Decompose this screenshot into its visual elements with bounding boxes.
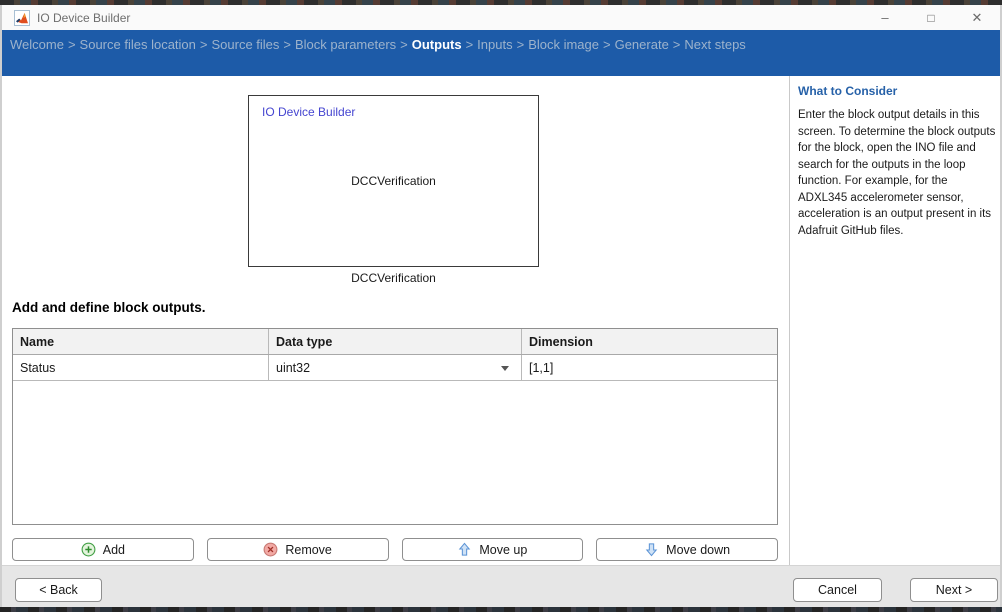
- back-button[interactable]: < Back: [15, 578, 102, 602]
- remove-button-label: Remove: [285, 543, 332, 557]
- move-down-button-label: Move down: [666, 543, 730, 557]
- next-button[interactable]: Next >: [910, 578, 998, 602]
- output-name-cell[interactable]: Status: [13, 355, 269, 380]
- column-header-data-type: Data type: [269, 329, 522, 354]
- what-to-consider-panel: What to Consider Enter the block output …: [798, 84, 996, 239]
- step-welcome: Welcome: [10, 37, 64, 52]
- output-data-type-dropdown[interactable]: uint32: [269, 355, 522, 380]
- column-header-dimension: Dimension: [522, 329, 777, 354]
- instruction-text: Add and define block outputs.: [12, 300, 206, 315]
- move-up-button[interactable]: Move up: [402, 538, 584, 561]
- minimize-button[interactable]: –: [862, 5, 908, 30]
- window-title: IO Device Builder: [37, 11, 130, 25]
- table-header-row: Name Data type Dimension: [13, 329, 777, 355]
- step-source-files: Source files: [211, 37, 279, 52]
- breadcrumb-separator: >: [64, 37, 80, 52]
- background-window-sliver-bottom: [0, 607, 1002, 612]
- table-empty-area: [13, 381, 777, 524]
- cancel-button[interactable]: Cancel: [793, 578, 882, 602]
- breadcrumb-separator: >: [196, 37, 212, 52]
- breadcrumb-separator: >: [462, 37, 478, 52]
- step-block-parameters: Block parameters: [295, 37, 396, 52]
- move-down-button[interactable]: Move down: [596, 538, 778, 561]
- breadcrumb-separator: >: [513, 37, 529, 52]
- move-up-icon: [457, 542, 472, 557]
- block-preview-name: DCCVerification: [249, 96, 538, 266]
- step-generate: Generate: [615, 37, 669, 52]
- add-button-label: Add: [103, 543, 125, 557]
- block-preview: IO Device Builder DCCVerification: [248, 95, 539, 267]
- move-up-button-label: Move up: [479, 543, 527, 557]
- window-controls: – □ ✕: [862, 5, 1000, 30]
- table-toolbar: Add Remove Move up: [12, 538, 778, 561]
- outputs-table: Name Data type Dimension Status uint32 […: [12, 328, 778, 525]
- block-preview-caption: DCCVerification: [248, 271, 539, 285]
- panel-divider: [789, 76, 790, 565]
- step-outputs-current: Outputs: [412, 37, 462, 52]
- matlab-icon: [14, 10, 30, 26]
- add-icon: [81, 542, 96, 557]
- step-block-image: Block image: [528, 37, 599, 52]
- close-button[interactable]: ✕: [954, 5, 1000, 30]
- title-bar: IO Device Builder – □ ✕: [2, 5, 1000, 30]
- breadcrumb-separator: >: [279, 37, 295, 52]
- output-dimension-cell[interactable]: [1,1]: [522, 355, 777, 380]
- remove-icon: [263, 542, 278, 557]
- move-down-icon: [644, 542, 659, 557]
- breadcrumb-separator: >: [599, 37, 615, 52]
- remove-button[interactable]: Remove: [207, 538, 389, 561]
- io-device-builder-window: IO Device Builder – □ ✕ Welcome>Source f…: [0, 5, 1002, 607]
- side-panel-heading: What to Consider: [798, 84, 996, 98]
- maximize-button[interactable]: □: [908, 5, 954, 30]
- step-inputs: Inputs: [477, 37, 512, 52]
- breadcrumb-separator: >: [396, 37, 412, 52]
- footer-bar: < Back Cancel Next >: [2, 565, 1000, 607]
- breadcrumb-separator: >: [669, 37, 685, 52]
- column-header-name: Name: [13, 329, 269, 354]
- step-next-steps: Next steps: [684, 37, 745, 52]
- dropdown-arrow-icon[interactable]: [501, 366, 509, 371]
- step-source-files-location: Source files location: [80, 37, 196, 52]
- main-content: IO Device Builder DCCVerification DCCVer…: [2, 76, 1000, 565]
- add-button[interactable]: Add: [12, 538, 194, 561]
- side-panel-body: Enter the block output details in this s…: [798, 107, 996, 239]
- table-row: Status uint32 [1,1]: [13, 355, 777, 381]
- wizard-step-bar: Welcome>Source files location>Source fil…: [2, 30, 1000, 76]
- output-data-type-value: uint32: [276, 361, 310, 375]
